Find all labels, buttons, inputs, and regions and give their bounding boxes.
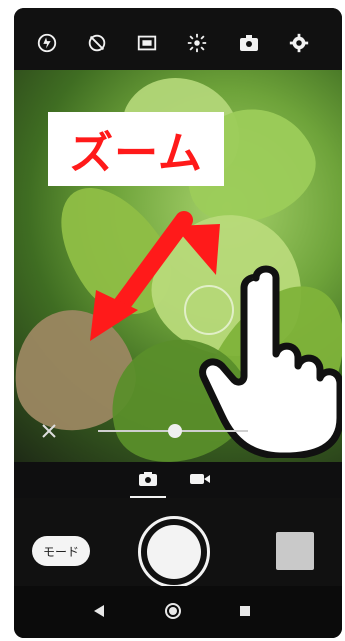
- gallery-thumbnail[interactable]: [276, 532, 314, 570]
- shutter-button-inner: [147, 525, 201, 579]
- mode-button-label: モード: [42, 544, 79, 559]
- camera-switch-icon[interactable]: [236, 30, 262, 56]
- camera-top-bar: [14, 8, 342, 70]
- tab-video[interactable]: [182, 464, 218, 494]
- zoom-label: ズーム: [48, 112, 224, 186]
- home-icon[interactable]: [162, 600, 184, 622]
- zoom-slider-handle[interactable]: [168, 424, 182, 438]
- flash-off-icon[interactable]: [34, 30, 60, 56]
- zoom-slider[interactable]: [14, 420, 342, 452]
- mode-button[interactable]: モード: [32, 536, 90, 566]
- brightness-icon[interactable]: [184, 30, 210, 56]
- capture-mode-tabs: [14, 458, 342, 498]
- close-icon[interactable]: [40, 422, 58, 440]
- video-camera-icon: [190, 474, 210, 484]
- zoom-label-text: ズーム: [69, 128, 203, 179]
- camera-app: ズーム モード: [14, 8, 342, 638]
- tab-photo[interactable]: [130, 464, 166, 494]
- system-navigation-bar: [14, 586, 342, 638]
- shutter-button[interactable]: [138, 516, 210, 588]
- photo-camera-icon: [139, 472, 157, 486]
- settings-icon[interactable]: [286, 30, 312, 56]
- back-icon[interactable]: [88, 600, 110, 622]
- recents-icon[interactable]: [234, 600, 256, 622]
- aspect-ratio-16-9-icon[interactable]: [134, 30, 160, 56]
- timer-off-icon[interactable]: [84, 30, 110, 56]
